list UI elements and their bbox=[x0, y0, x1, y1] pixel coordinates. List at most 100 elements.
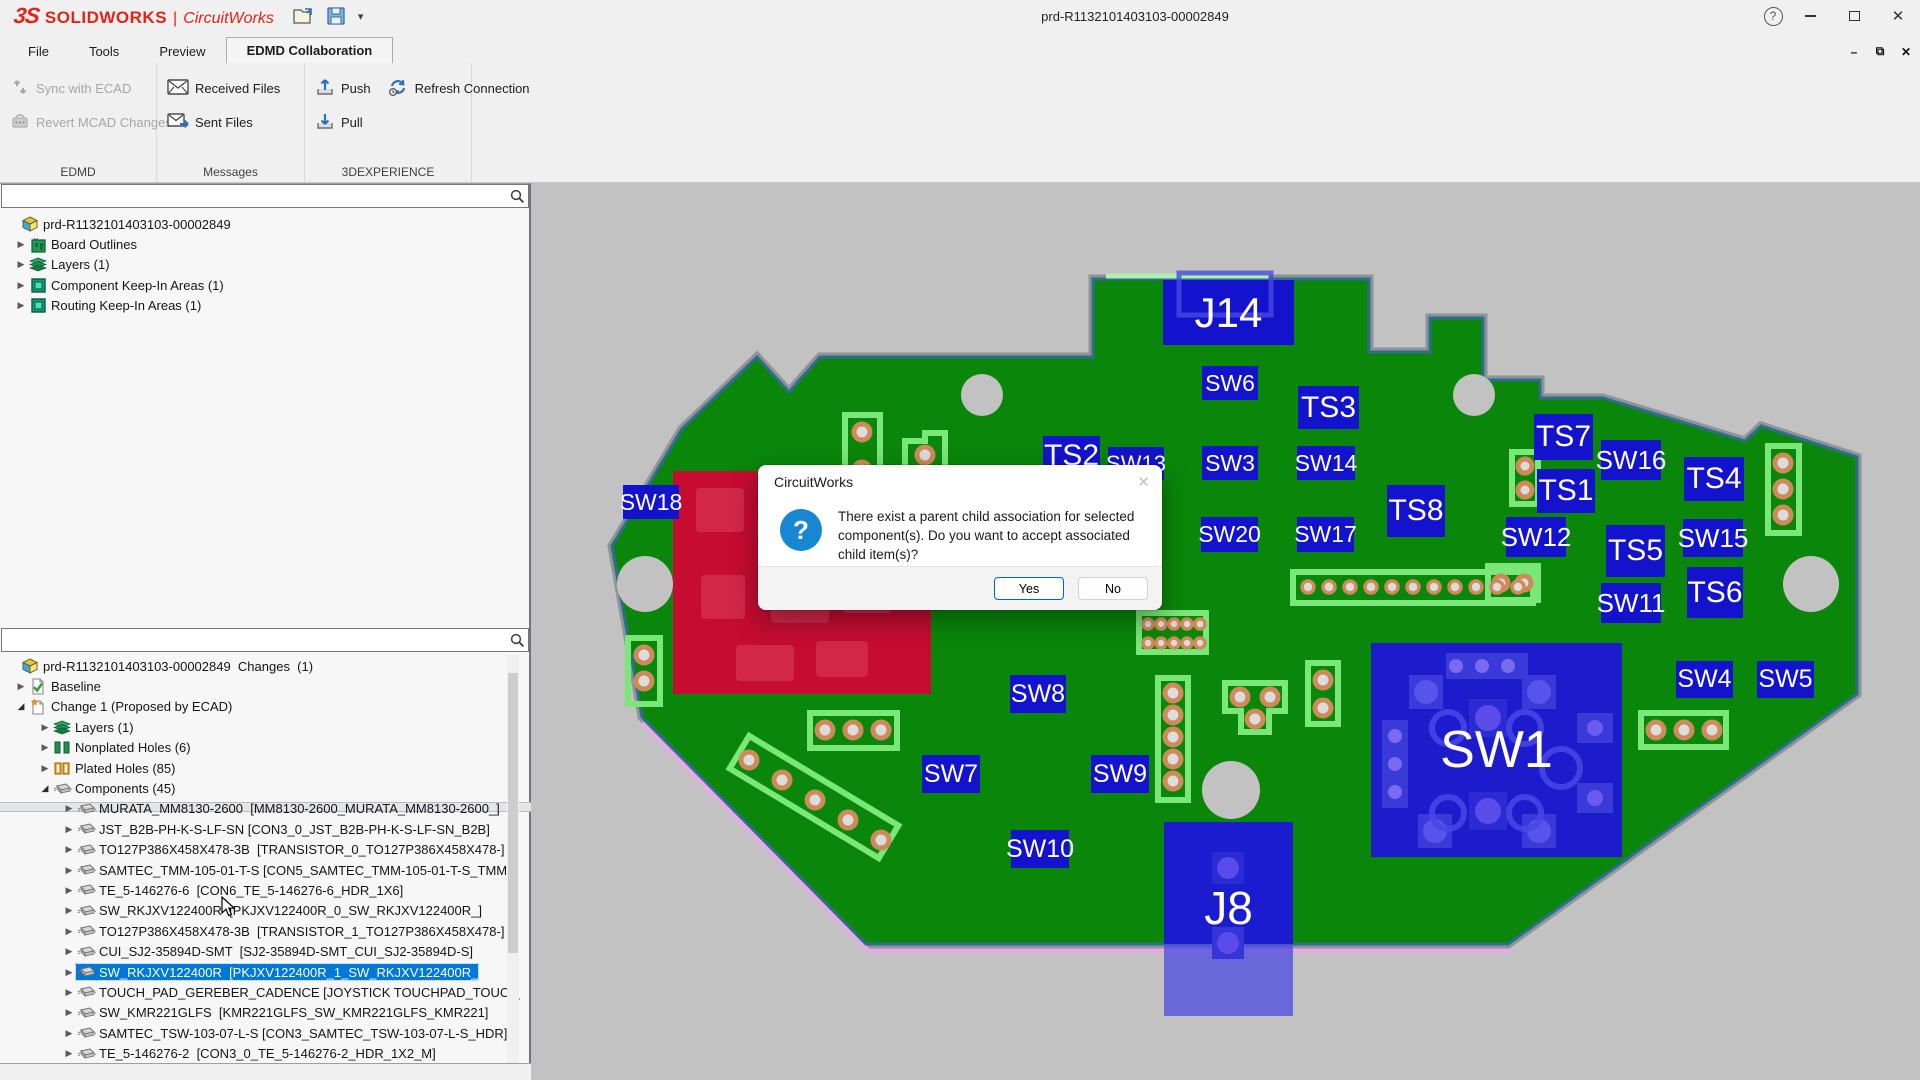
component-label-SW18[interactable]: SW18 bbox=[623, 485, 679, 519]
open-file-icon[interactable] bbox=[292, 6, 314, 26]
tree-item-prd-r1132101403103-00002849[interactable]: prd-R1132101403103-00002849 bbox=[0, 214, 520, 234]
component-label-TS7[interactable]: TS7 bbox=[1534, 414, 1593, 460]
chevron-collapsed-icon[interactable]: ▶ bbox=[62, 987, 76, 998]
tree-item-layers[interactable]: ▶Layers (1) bbox=[0, 255, 520, 275]
tab-preview[interactable]: Preview bbox=[139, 39, 225, 63]
chevron-collapsed-icon[interactable]: ▶ bbox=[14, 239, 28, 250]
tree-item-jst_b2b-ph-k-s-lf-sn[interactable]: ▶JST_B2B-PH-K-S-LF-SN [CON3_0_JST_B2B-PH… bbox=[0, 819, 520, 839]
component-label-SW12[interactable]: SW12 bbox=[1506, 517, 1566, 557]
tab-tools[interactable]: Tools bbox=[69, 39, 139, 63]
tree-item-samtec_tmm-105-01-t-s[interactable]: ▶SAMTEC_TMM-105-01-T-S [CON5_SAMTEC_TMM-… bbox=[0, 860, 520, 880]
received-files-button[interactable]: Received Files bbox=[167, 75, 280, 101]
tree-item-to127p386x458x478-3b[interactable]: ▶TO127P386X458X478-3B [TRANSISTOR_1_TO12… bbox=[0, 921, 520, 941]
tree-item-sw_kmr221glfs[interactable]: ▶SW_KMR221GLFS [KMR221GLFS_SW_KMR221GLFS… bbox=[0, 1003, 520, 1023]
chevron-collapsed-icon[interactable]: ▶ bbox=[62, 865, 76, 876]
tree-item-murata_mm8130-2600[interactable]: ▶MURATA_MM8130-2600 [MM8130-2600_MURATA_… bbox=[0, 799, 520, 819]
tree-item-plated[interactable]: ▶Plated Holes (85) bbox=[0, 758, 520, 778]
changes-tree-search-input[interactable] bbox=[2, 630, 506, 650]
tree-item-sw_rkjxv122400r[interactable]: ▶SW_RKJXV122400R [PKJXV122400R_1_SW_RKJX… bbox=[0, 962, 520, 982]
chevron-collapsed-icon[interactable]: ▶ bbox=[38, 763, 52, 774]
component-label-SW10[interactable]: SW10 bbox=[1011, 830, 1069, 868]
tree-item-touch_pad_gereber_cadence[interactable]: ▶TOUCH_PAD_GEREBER_CADENCE [JOYSTICK TOU… bbox=[0, 982, 520, 1002]
doc-restore-button[interactable]: ⧉ bbox=[1872, 44, 1888, 59]
component-label-TS3[interactable]: TS3 bbox=[1298, 386, 1359, 429]
search-icon[interactable] bbox=[506, 189, 528, 204]
help-icon[interactable]: ? bbox=[1758, 1, 1788, 31]
search-icon[interactable] bbox=[506, 633, 528, 648]
component-label-SW4[interactable]: SW4 bbox=[1676, 661, 1733, 698]
tab-file[interactable]: File bbox=[8, 39, 69, 63]
chevron-collapsed-icon[interactable]: ▶ bbox=[62, 803, 76, 814]
component-label-TS6[interactable]: TS6 bbox=[1687, 567, 1743, 618]
dialog-close-icon[interactable]: ✕ bbox=[1137, 473, 1150, 491]
chevron-collapsed-icon[interactable]: ▶ bbox=[62, 885, 76, 896]
tree-item-to127p386x458x478-3b[interactable]: ▶TO127P386X458X478-3B [TRANSISTOR_0_TO12… bbox=[0, 840, 520, 860]
tree-item-components[interactable]: ◢Components (45) bbox=[0, 778, 520, 798]
doc-close-button[interactable]: ✕ bbox=[1898, 45, 1914, 59]
component-label-SW17[interactable]: SW17 bbox=[1297, 517, 1354, 552]
tree-item-te_5-146276-6[interactable]: ▶TE_5-146276-6 [CON6_TE_5-146276-6_HDR_1… bbox=[0, 880, 520, 900]
component-label-SW3[interactable]: SW3 bbox=[1202, 446, 1258, 480]
chevron-collapsed-icon[interactable]: ▶ bbox=[62, 824, 76, 835]
component-label-J14[interactable]: J14 bbox=[1163, 280, 1294, 345]
component-label-TS4[interactable]: TS4 bbox=[1684, 457, 1744, 501]
tree-item-routing[interactable]: ▶Routing Keep-In Areas (1) bbox=[0, 296, 520, 316]
chevron-collapsed-icon[interactable]: ▶ bbox=[62, 926, 76, 937]
doc-minimize-button[interactable]: – bbox=[1846, 45, 1862, 59]
minimize-button[interactable] bbox=[1788, 0, 1832, 32]
tree-item-te_5-146276-2[interactable]: ▶TE_5-146276-2 [CON3_0_TE_5-146276-2_HDR… bbox=[0, 1043, 520, 1063]
component-label-SW6[interactable]: SW6 bbox=[1202, 366, 1258, 400]
component-label-SW5[interactable]: SW5 bbox=[1757, 661, 1814, 698]
component-label-SW11[interactable]: SW11 bbox=[1601, 583, 1661, 623]
component-label-SW20[interactable]: SW20 bbox=[1201, 517, 1258, 552]
component-label-SW8[interactable]: SW8 bbox=[1010, 675, 1066, 713]
tree-item-samtec_tsw-103-07-l-s[interactable]: ▶SAMTEC_TSW-103-07-L-S [CON3_SAMTEC_TSW-… bbox=[0, 1023, 520, 1043]
maximize-button[interactable] bbox=[1832, 0, 1876, 32]
chevron-expanded-icon[interactable]: ◢ bbox=[38, 783, 52, 794]
chevron-collapsed-icon[interactable]: ▶ bbox=[62, 1028, 76, 1039]
tree-item-change[interactable]: ◢Change 1 (Proposed by ECAD) bbox=[0, 697, 520, 717]
save-icon[interactable] bbox=[326, 6, 346, 26]
tree-item-nonplated[interactable]: ▶Nonplated Holes (6) bbox=[0, 738, 520, 758]
chevron-collapsed-icon[interactable]: ▶ bbox=[38, 742, 52, 753]
chevron-collapsed-icon[interactable]: ▶ bbox=[62, 946, 76, 957]
chevron-collapsed-icon[interactable]: ▶ bbox=[62, 1007, 76, 1018]
feature-tree-search-input[interactable] bbox=[2, 186, 506, 206]
component-label-SW7[interactable]: SW7 bbox=[922, 755, 980, 793]
tab-edmd-collaboration[interactable]: EDMD Collaboration bbox=[226, 37, 394, 63]
component-label-SW1[interactable]: SW1 bbox=[1371, 643, 1622, 857]
refresh-connection-button[interactable]: Refresh Connection bbox=[387, 75, 530, 101]
chevron-collapsed-icon[interactable]: ▶ bbox=[14, 259, 28, 270]
component-label-TS5[interactable]: TS5 bbox=[1606, 525, 1665, 577]
component-label-TS1[interactable]: TS1 bbox=[1537, 469, 1595, 513]
component-label-SW14[interactable]: SW14 bbox=[1297, 446, 1355, 480]
chevron-collapsed-icon[interactable]: ▶ bbox=[62, 844, 76, 855]
chevron-collapsed-icon[interactable]: ▶ bbox=[14, 300, 28, 311]
tree-item-layers[interactable]: ▶Layers (1) bbox=[0, 717, 520, 737]
chevron-expanded-icon[interactable]: ◢ bbox=[14, 701, 28, 712]
push-button[interactable]: Push bbox=[315, 75, 371, 101]
component-label-SW9[interactable]: SW9 bbox=[1091, 755, 1149, 793]
tree-item-sw_rkjxv122400r[interactable]: ▶SW_RKJXV122400R [PKJXV122400R_0_SW_RKJX… bbox=[0, 901, 520, 921]
tree-item-board[interactable]: ▶Board Outlines bbox=[0, 234, 520, 254]
tree-item-baseline[interactable]: ▶Baseline bbox=[0, 676, 520, 696]
chevron-collapsed-icon[interactable]: ▶ bbox=[14, 681, 28, 692]
component-label-TS8[interactable]: TS8 bbox=[1387, 485, 1445, 537]
sent-files-button[interactable]: Sent Files bbox=[167, 109, 253, 135]
toolbar-options-chevron-icon[interactable]: ▾ bbox=[358, 10, 363, 23]
pcb-viewport[interactable]: J14SW6TS3TS2SW13SW3SW14SW18TS7SW16TS4TS1… bbox=[531, 183, 1920, 1080]
component-label-J8[interactable]: J8 bbox=[1164, 873, 1293, 943]
chevron-collapsed-icon[interactable]: ▶ bbox=[38, 722, 52, 733]
close-button[interactable]: ✕ bbox=[1876, 0, 1920, 32]
tree-item-prd-r1132101403103-00002849[interactable]: prd-R1132101403103-00002849 Changes (1) bbox=[0, 656, 520, 676]
chevron-collapsed-icon[interactable]: ▶ bbox=[62, 967, 76, 978]
tree-item-component[interactable]: ▶Component Keep-In Areas (1) bbox=[0, 275, 520, 295]
chevron-collapsed-icon[interactable]: ▶ bbox=[14, 280, 28, 291]
changes-tree-scrollbar[interactable] bbox=[507, 655, 519, 1063]
component-label-SW15[interactable]: SW15 bbox=[1683, 519, 1743, 557]
no-button[interactable]: No bbox=[1078, 577, 1148, 600]
pull-button[interactable]: Pull bbox=[315, 109, 363, 135]
yes-button[interactable]: Yes bbox=[994, 577, 1064, 600]
component-label-SW16[interactable]: SW16 bbox=[1601, 440, 1661, 480]
tree-item-cui_sj2-35894d-smt[interactable]: ▶CUI_SJ2-35894D-SMT [SJ2-35894D-SMT_CUI_… bbox=[0, 941, 520, 961]
